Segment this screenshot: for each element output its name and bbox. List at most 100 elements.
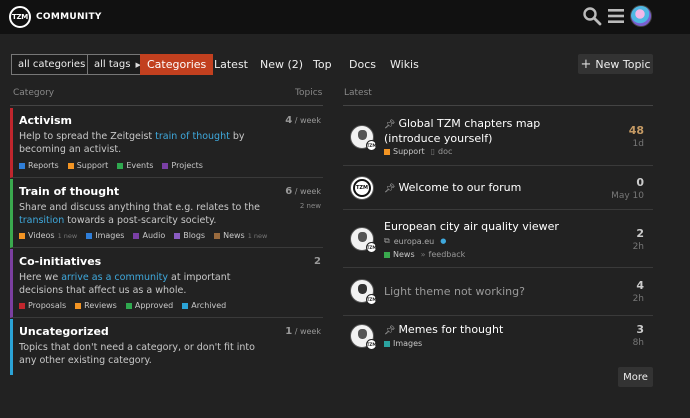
- category-swatch: [384, 340, 390, 347]
- category-row-train-of-thought[interactable]: Train of thought Share and discuss anyth…: [10, 179, 323, 248]
- subcategory-videos[interactable]: Videos 1 new: [19, 231, 77, 240]
- subcategory-support[interactable]: Support: [67, 161, 108, 170]
- category-title[interactable]: Train of thought: [19, 185, 119, 198]
- category-filter-label: all categories: [18, 59, 86, 70]
- topic-title[interactable]: Light theme not working?: [384, 285, 599, 298]
- tag-filter-label: all tags: [94, 59, 131, 70]
- subcategory-events[interactable]: Events: [117, 161, 153, 170]
- plus-icon: +: [580, 56, 592, 72]
- subcategory-approved[interactable]: Approved: [125, 301, 173, 310]
- topic-title[interactable]: 📌︎ Memes for thought: [384, 323, 599, 338]
- topic-count: 6 / week: [285, 186, 321, 197]
- description-link[interactable]: transition: [19, 215, 64, 226]
- category-swatch: [117, 162, 124, 169]
- reply-count[interactable]: 3: [633, 323, 644, 336]
- category-swatch: [67, 162, 74, 169]
- topic-category[interactable]: Images: [393, 339, 422, 348]
- topic-title[interactable]: 📌︎ Welcome to our forum: [384, 181, 599, 196]
- category-row-activism[interactable]: Activism Help to spread the Zeitgeist tr…: [10, 108, 323, 178]
- topic-row[interactable]: TZM 📌︎ Global TZM chapters map (introduce…: [343, 108, 653, 166]
- new-topic-label: New Topic: [595, 57, 651, 71]
- pin-icon: 📌︎: [384, 326, 396, 336]
- topic-category[interactable]: News: [393, 250, 415, 259]
- category-swatch: [125, 302, 132, 309]
- user-avatar[interactable]: TZM: [350, 324, 377, 350]
- subcategory-proposals[interactable]: Proposals: [19, 301, 66, 310]
- tag-filter-dropdown[interactable]: all tags ▶: [87, 54, 148, 75]
- logo-text: COMMUNITY: [36, 12, 102, 22]
- nav-docs[interactable]: Docs: [349, 54, 376, 75]
- description-link[interactable]: arrive as a community: [61, 272, 168, 283]
- activity-age[interactable]: 8h: [633, 338, 644, 348]
- unread-dot: ●: [440, 237, 447, 245]
- category-title[interactable]: Activism: [19, 114, 72, 127]
- more-button[interactable]: More: [618, 367, 653, 387]
- search-icon[interactable]: [582, 6, 602, 26]
- nav-top[interactable]: Top: [313, 54, 332, 75]
- category-description: Help to spread the Zeitgeist train of th…: [19, 131, 245, 155]
- topic-tag[interactable]: ▯ doc: [431, 147, 453, 156]
- category-swatch: [384, 251, 390, 258]
- category-title[interactable]: Co-initiatives: [19, 255, 101, 268]
- description-link[interactable]: train of thought: [155, 131, 230, 142]
- category-swatch: [19, 162, 25, 169]
- activity-age[interactable]: 1d: [629, 139, 644, 149]
- subcategory-reports[interactable]: Reports: [19, 161, 59, 170]
- user-avatar[interactable]: TZM: [350, 125, 377, 151]
- topic-row[interactable]: TZM European city air quality viewer ⧉ eu…: [343, 211, 653, 268]
- subcategory-audio[interactable]: Audio: [133, 231, 165, 240]
- subcategory-list: Videos 1 new Images Audio Blogs News 1 new: [19, 231, 276, 240]
- activity-age[interactable]: 2h: [633, 242, 644, 252]
- subcategory-blogs[interactable]: Blogs: [174, 231, 205, 240]
- tag-icon: ▯: [430, 147, 436, 156]
- reply-count[interactable]: 0: [611, 176, 644, 189]
- category-row-co-initiatives[interactable]: Co-initiatives Here we arrive as a commu…: [10, 249, 323, 318]
- new-topic-button[interactable]: + New Topic: [578, 54, 653, 74]
- subcategory-list: Reports Support Events Projects: [19, 161, 212, 170]
- category-swatch: [19, 232, 25, 239]
- topic-row[interactable]: TZM 📌︎ Welcome to our forum 0 May 10: [343, 167, 653, 210]
- pin-icon: 📌︎: [384, 184, 396, 194]
- reply-count[interactable]: 48: [629, 124, 644, 137]
- subcategory-projects[interactable]: Projects: [162, 161, 203, 170]
- activity-age[interactable]: May 10: [611, 191, 644, 201]
- topic-stats: 3 8h: [633, 323, 644, 348]
- reply-count[interactable]: 4: [633, 279, 644, 292]
- topic-tag[interactable]: » feedback: [421, 250, 466, 259]
- nav-new[interactable]: New (2): [260, 54, 303, 75]
- tzm-badge-icon: TZM: [366, 242, 377, 253]
- hamburger-menu-icon[interactable]: [606, 6, 626, 26]
- site-logo[interactable]: TZM COMMUNITY: [9, 6, 102, 28]
- nav-latest[interactable]: Latest: [214, 54, 248, 75]
- topic-title[interactable]: 📌︎ Global TZM chapters map (introduce you…: [384, 117, 599, 145]
- topic-category[interactable]: Support: [393, 147, 425, 156]
- subcategory-news[interactable]: News 1 new: [214, 231, 267, 240]
- nav-categories[interactable]: Categories: [140, 54, 214, 75]
- topic-link-domain[interactable]: europa.eu: [394, 237, 435, 246]
- tag-icon: »: [420, 250, 426, 259]
- tzm-avatar[interactable]: TZM: [350, 176, 374, 200]
- user-avatar[interactable]: [630, 5, 652, 27]
- subcategory-archived[interactable]: Archived: [182, 301, 226, 310]
- category-description: Here we arrive as a community at importa…: [19, 272, 231, 296]
- subcategory-reviews[interactable]: Reviews: [75, 301, 117, 310]
- new-count[interactable]: 2 new: [300, 202, 321, 210]
- pin-icon: 📌︎: [384, 120, 396, 130]
- user-avatar[interactable]: TZM: [350, 279, 377, 305]
- site-header: TZM COMMUNITY: [0, 0, 690, 34]
- topic-stats: 4 2h: [633, 279, 644, 304]
- user-avatar[interactable]: TZM: [350, 227, 377, 253]
- tzm-badge-icon: TZM: [366, 339, 377, 350]
- topic-row[interactable]: TZM Light theme not working? 4 2h: [343, 269, 653, 316]
- topic-title[interactable]: European city air quality viewer: [384, 220, 599, 233]
- topic-row[interactable]: TZM 📌︎ Memes for thought Images 3 8h: [343, 317, 653, 357]
- category-swatch: [86, 232, 93, 239]
- activity-age[interactable]: 2h: [633, 294, 644, 304]
- category-title[interactable]: Uncategorized: [19, 325, 109, 338]
- category-swatch: [19, 302, 25, 309]
- reply-count[interactable]: 2: [633, 227, 644, 240]
- subcategory-images[interactable]: Images: [86, 231, 124, 240]
- category-row-uncategorized[interactable]: Uncategorized Topics that don't need a c…: [10, 319, 323, 375]
- category-swatch: [75, 302, 82, 309]
- nav-wikis[interactable]: Wikis: [390, 54, 419, 75]
